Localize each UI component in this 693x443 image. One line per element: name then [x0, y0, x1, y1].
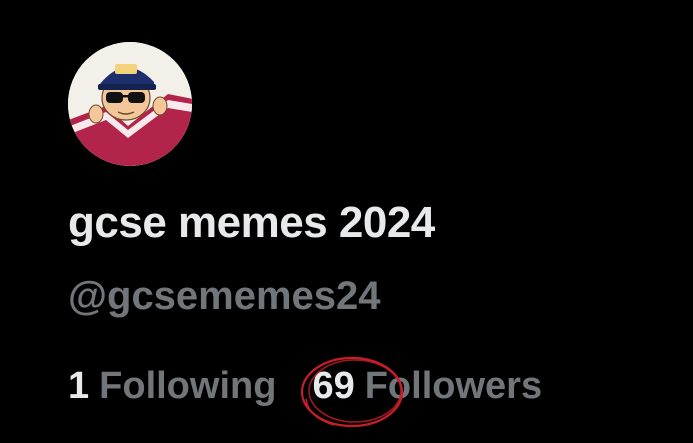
profile-header: gcse memes 2024 @gcsememes24 1 Following…: [0, 0, 693, 443]
following-label: Following: [99, 364, 277, 407]
display-name: gcse memes 2024: [68, 198, 435, 247]
following-link[interactable]: 1 Following: [68, 365, 276, 408]
following-count: 1: [68, 364, 90, 407]
profile-stats: 1 Following 69 Followers: [68, 356, 543, 427]
followers-count: 69: [312, 364, 355, 407]
avatar[interactable]: [68, 42, 192, 166]
user-handle: @gcsememes24: [68, 274, 381, 318]
followers-label: Followers: [364, 364, 543, 407]
followers-link[interactable]: 69 Followers: [301, 356, 543, 427]
avatar-cartoon-icon: [68, 42, 192, 166]
